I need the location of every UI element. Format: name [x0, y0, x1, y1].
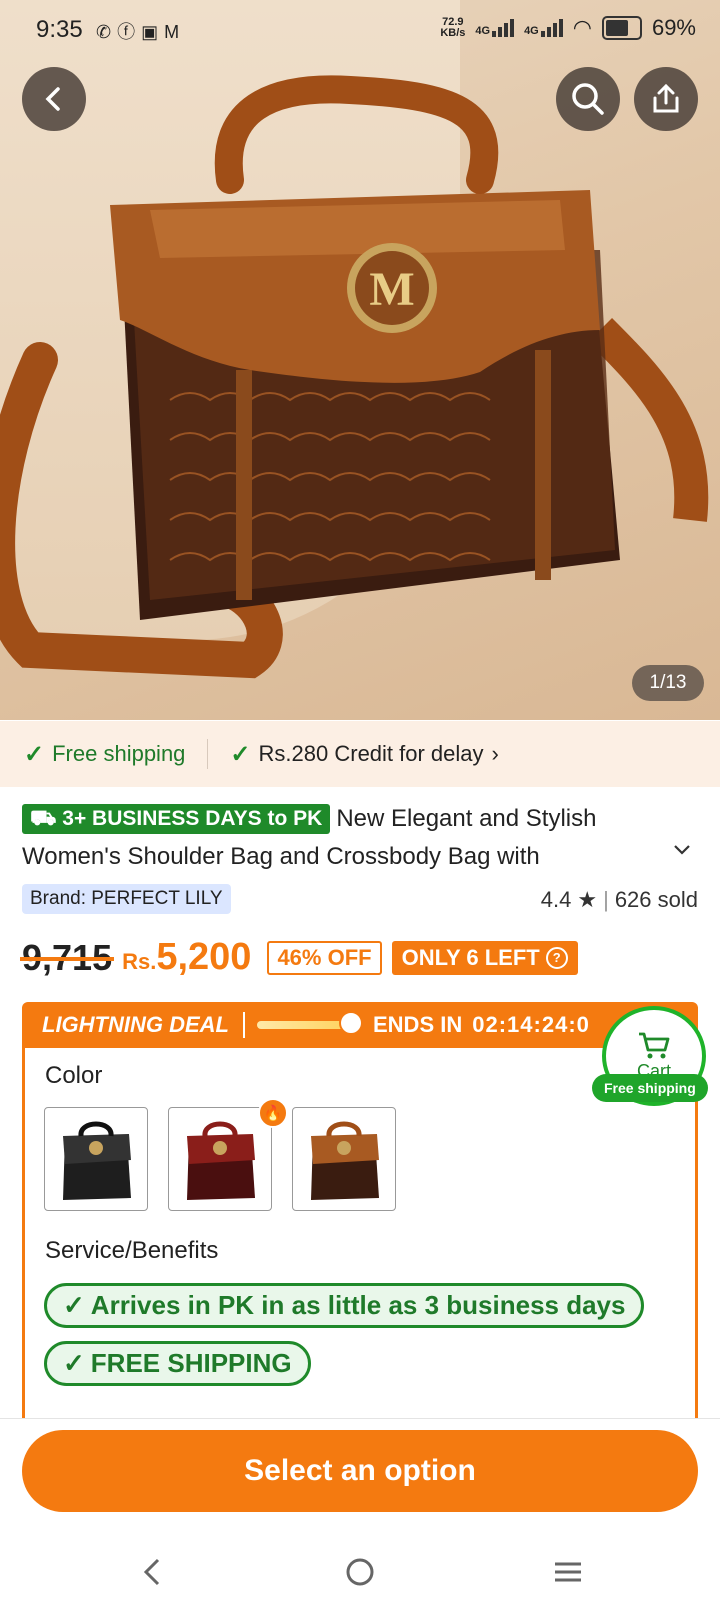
check-icon: ✓ [63, 1348, 85, 1378]
image-counter: 1/13 [632, 665, 704, 701]
battery-percent: 69% [651, 15, 696, 40]
notification-icons: ✆ⓕ▣M [96, 18, 185, 44]
chevron-down-icon[interactable] [672, 840, 692, 860]
lightning-deal-banner: LIGHTNING DEAL ENDS IN 02:14:24:0 [22, 1002, 698, 1048]
cart-icon [639, 1032, 670, 1058]
price-row: 9,715 Rs.5,200 46% OFF ONLY 6 LEFT ? [19, 936, 578, 979]
chevron-right-icon: › [491, 741, 499, 766]
original-price: 9,715 [19, 936, 115, 978]
facebook-icon: ⓕ [117, 22, 142, 42]
rating-sold[interactable]: 4.4 ★ | 626 sold [541, 887, 698, 913]
benefit-free-shipping: ✓ FREE SHIPPING [44, 1341, 311, 1386]
back-button[interactable] [22, 67, 86, 131]
search-icon [572, 83, 604, 115]
shipping-strip[interactable]: ✓ Free shipping ✓ Rs.280 Credit for dela… [0, 721, 720, 787]
nav-back-icon [143, 1558, 160, 1586]
color-label: Color [45, 1062, 103, 1089]
color-swatch-brown[interactable] [292, 1107, 396, 1211]
share-icon [653, 83, 679, 113]
delay-credit-info[interactable]: ✓ Rs.280 Credit for delay › [230, 740, 498, 769]
wifi-icon: ◠ [572, 15, 592, 40]
svg-text:M: M [369, 263, 414, 316]
free-shipping-text: Free shipping [52, 741, 186, 766]
free-shipping-info: ✓ Free shipping [24, 740, 185, 769]
whatsapp-icon: ✆ [96, 22, 118, 42]
cart-free-shipping-tag: Free shipping [592, 1074, 708, 1102]
status-right: 72.9 KB/s 4G 4G ◠ 69% [440, 15, 696, 41]
ends-label: ENDS IN [373, 1012, 463, 1037]
nav-menu-button[interactable] [546, 1552, 590, 1592]
status-bar: 9:35 ✆ⓕ▣M 72.9 KB/s 4G 4G ◠ 69% [0, 0, 720, 60]
product-title[interactable]: ⛟ 3+ BUSINESS DAYS to PK New Elegant and… [22, 800, 662, 876]
deal-progress [257, 1011, 363, 1035]
nav-back-button[interactable] [130, 1552, 174, 1592]
countdown: 02:14:24:0 [472, 1012, 590, 1037]
benefit-arrival: ✓ Arrives in PK in as little as 3 busines… [44, 1283, 645, 1328]
service-label: Service/Benefits [45, 1237, 219, 1264]
delivery-badge: ⛟ 3+ BUSINESS DAYS to PK [22, 804, 331, 834]
select-option-button[interactable]: Select an option [22, 1430, 698, 1512]
truck-icon: ⛟ [30, 807, 57, 830]
net-speed: 72.9 KB/s [440, 16, 466, 39]
rating-value: 4.4 [540, 887, 572, 912]
color-swatch-black[interactable] [44, 1107, 148, 1211]
deal-label: LIGHTNING DEAL [42, 1012, 229, 1037]
check-icon: ✓ [230, 740, 251, 768]
color-swatch-burgundy[interactable] [168, 1107, 272, 1211]
back-arrow-icon [45, 87, 60, 111]
signal-icon: 4G [475, 19, 515, 37]
current-price: Rs.5,200 [122, 936, 252, 978]
discount-badge: 46% OFF [267, 940, 382, 975]
search-button[interactable] [556, 67, 620, 131]
status-time: 9:35 [36, 16, 83, 43]
check-icon: ✓ [63, 1290, 85, 1320]
share-button[interactable] [634, 67, 698, 131]
delay-credit-text: Rs.280 Credit for delay [258, 741, 484, 766]
sold-count: 626 sold [614, 887, 698, 912]
flame-icon: 🔥 [258, 1098, 288, 1128]
battery-icon [601, 16, 642, 40]
star-icon: ★ [577, 887, 598, 912]
outlook-icon: ▣ [141, 22, 165, 42]
help-icon: ? [545, 946, 568, 969]
brand-tag[interactable]: Brand: PERFECT LILY [22, 884, 231, 914]
check-icon: ✓ [24, 740, 45, 768]
signal-icon-2: 4G [524, 19, 563, 37]
nav-home-button[interactable] [338, 1552, 382, 1592]
divider [207, 739, 209, 769]
clock-icon [339, 1011, 363, 1035]
nav-home-icon [346, 1558, 374, 1586]
nav-menu-icon [555, 1562, 581, 1582]
stock-badge[interactable]: ONLY 6 LEFT ? [391, 940, 578, 975]
gmail-icon: M [164, 22, 186, 42]
